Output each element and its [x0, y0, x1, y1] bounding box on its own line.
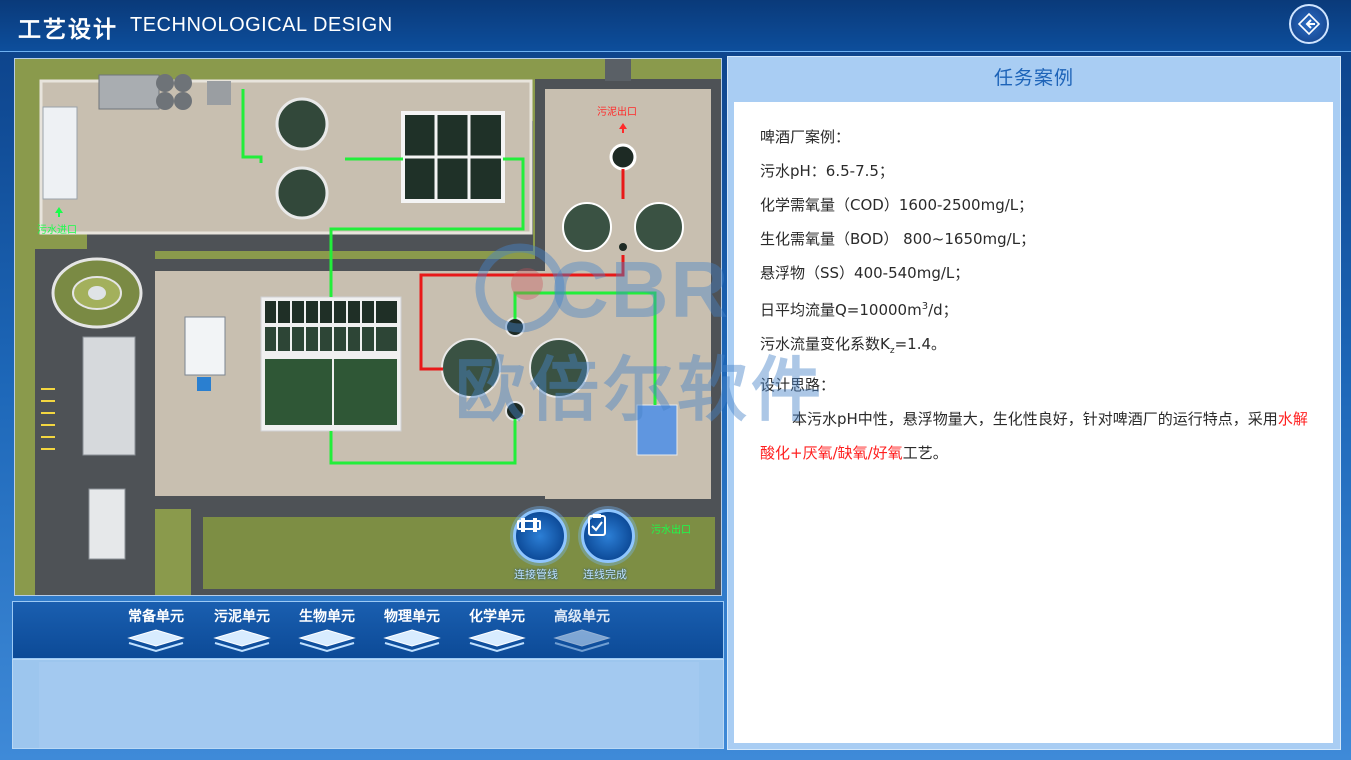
layers-icon — [213, 629, 271, 653]
unit-sludge-button[interactable]: 污泥单元 — [209, 606, 275, 656]
flow-value: 日平均流量Q=10000m3/d； — [760, 290, 1333, 327]
sewage-inlet-label: 污水进口 — [37, 225, 77, 236]
unit-item-tray[interactable] — [12, 659, 724, 749]
back-arrow-icon — [1297, 12, 1321, 36]
kz-suffix: =1.4。 — [894, 335, 947, 353]
page-title-en: TECHNOLOGICAL DESIGN — [130, 14, 393, 36]
unit-advanced-button[interactable]: 高级单元 — [549, 606, 615, 656]
back-button[interactable] — [1289, 4, 1329, 44]
cod-value: 化学需氧量（COD）1600-2500mg/L； — [760, 196, 1034, 214]
idea-text: 本污水pH中性，悬浮物量大，生化性良好，针对啤酒厂的运行特点，采用 — [792, 410, 1278, 428]
kz-prefix: 污水流量变化系数K — [760, 335, 890, 353]
unit-label: 常备单元 — [128, 609, 184, 625]
unit-toolbar: 常备单元 污泥单元 生物单元 物理单元 化学单元 高级单元 — [12, 601, 724, 659]
connect-pipe-button[interactable] — [513, 509, 567, 563]
flow-prefix: 日平均流量Q=10000m — [760, 301, 922, 319]
connect-pipe-label: 连接管线 — [514, 568, 558, 581]
ss-value: 悬浮物（SS）400-540mg/L； — [760, 264, 970, 282]
sludge-outlet-label: 污泥出口 — [597, 107, 637, 118]
unit-label: 生物单元 — [299, 609, 355, 625]
unit-physical-button[interactable]: 物理单元 — [379, 606, 445, 656]
layers-icon — [553, 629, 611, 653]
unit-standby-button[interactable]: 常备单元 — [123, 606, 189, 656]
unit-label: 物理单元 — [384, 609, 440, 625]
unit-label: 污泥单元 — [214, 609, 270, 625]
layers-icon — [383, 629, 441, 653]
task-panel-title: 任务案例 — [993, 67, 1074, 89]
kz-value: 污水流量变化系数Kz=1.4。 — [760, 327, 1333, 368]
layers-icon — [298, 629, 356, 653]
pipe-icon — [517, 518, 541, 532]
header-bar: 工艺设计 TECHNOLOGICAL DESIGN — [0, 0, 1351, 52]
unit-label: 高级单元 — [554, 609, 610, 625]
design-idea-title: 设计思路： — [760, 376, 836, 394]
layers-icon — [468, 629, 526, 653]
unit-item-tray-inner — [39, 662, 699, 748]
layers-icon — [127, 629, 185, 653]
task-content: 啤酒厂案例： 污水pH：6.5-7.5； 化学需氧量（COD）1600-2500… — [734, 102, 1333, 743]
idea-end: 工艺。 — [902, 444, 948, 462]
task-case-panel: 任务案例 啤酒厂案例： 污水pH：6.5-7.5； 化学需氧量（COD）1600… — [727, 56, 1341, 750]
flow-suffix: /d； — [928, 301, 958, 319]
unit-chemical-button[interactable]: 化学单元 — [464, 606, 530, 656]
unit-label: 化学单元 — [469, 609, 525, 625]
plant-layout-map[interactable]: 污水进口 污泥出口 污水出口 连接管线 连线完成 — [14, 58, 722, 596]
design-idea-text: 本污水pH中性，悬浮物量大，生化性良好，针对啤酒厂的运行特点，采用水解酸化+厌氧… — [760, 402, 1312, 470]
connect-done-button[interactable] — [581, 509, 635, 563]
case-title: 啤酒厂案例： — [760, 128, 851, 146]
page-title-cn: 工艺设计 — [18, 17, 118, 43]
ph-value: 污水pH：6.5-7.5； — [760, 162, 894, 180]
connect-done-label: 连线完成 — [583, 568, 627, 581]
sewage-outlet-label: 污水出口 — [651, 525, 691, 536]
bod-value: 生化需氧量（BOD） 800~1650mg/L； — [760, 230, 1036, 248]
clipboard-check-icon — [588, 514, 606, 536]
unit-biological-button[interactable]: 生物单元 — [294, 606, 360, 656]
